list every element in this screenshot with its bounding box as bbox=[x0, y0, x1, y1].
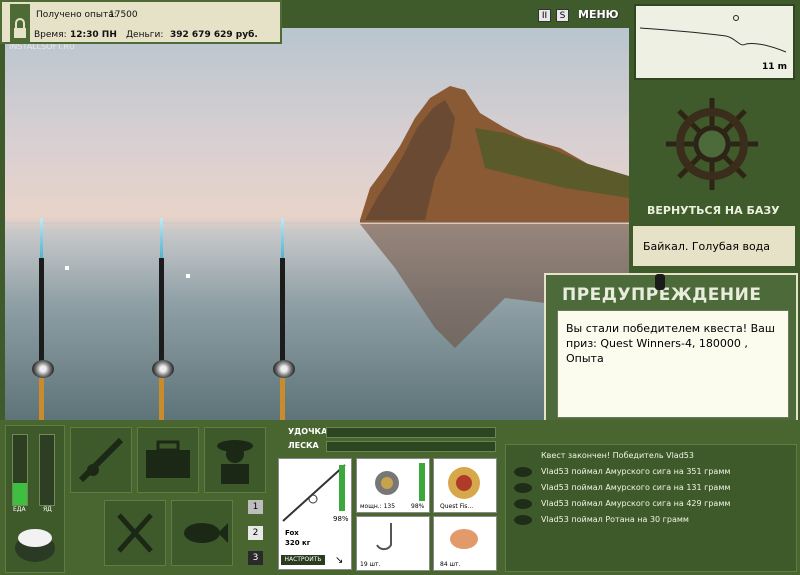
experience-label: Получено опыта: bbox=[36, 10, 117, 20]
hook-icon bbox=[376, 523, 392, 551]
rod-condition-bar bbox=[339, 465, 345, 511]
fish-icon bbox=[514, 483, 532, 493]
reel-power: мощн.: 135 bbox=[360, 503, 396, 510]
arrow-icon: ↘ bbox=[335, 555, 344, 566]
rod-slot[interactable]: Fox 320 кг 98% НАСТРОИТЬ ↘ bbox=[278, 458, 352, 570]
fish-catch-button[interactable] bbox=[171, 500, 233, 566]
log-entry-2: Vlad53 поймал Амурского сига на 131 грам… bbox=[541, 483, 731, 492]
rod-icon bbox=[78, 437, 124, 483]
fisherman-icon bbox=[217, 440, 253, 484]
page-button-1[interactable]: 1 bbox=[248, 500, 263, 514]
location-name: Байкал. Голубая вода bbox=[643, 240, 771, 253]
sound-button[interactable]: S bbox=[556, 9, 569, 22]
food-label: ЕДА bbox=[13, 506, 26, 513]
bait-slot[interactable]: 84 шт. bbox=[433, 516, 497, 571]
warning-message-box: Вы стали победителем квеста! Ваш приз: Q… bbox=[557, 310, 789, 418]
rods-button[interactable] bbox=[70, 427, 132, 493]
menu-button[interactable]: МЕНЮ bbox=[578, 8, 619, 21]
line-name: Quest Fis... bbox=[440, 503, 474, 510]
money-label: Деньги: bbox=[126, 30, 164, 40]
money-value: 392 679 629 руб. bbox=[170, 30, 258, 40]
tackle-box-button[interactable] bbox=[137, 427, 199, 493]
fishing-rod-2[interactable] bbox=[152, 218, 188, 420]
poison-bar bbox=[39, 434, 55, 506]
sonar-display: 11 m bbox=[634, 4, 795, 80]
reel-icon bbox=[375, 471, 399, 495]
rod-name: Fox bbox=[285, 529, 299, 537]
time-value: 12:30 ПН bbox=[70, 30, 117, 40]
location-panel: Байкал. Голубая вода bbox=[631, 224, 797, 268]
fish-silhouette-icon bbox=[655, 274, 665, 290]
line-spool-icon bbox=[448, 467, 480, 499]
log-entry-1: Vlad53 поймал Амурского сига на 351 грам… bbox=[541, 467, 731, 476]
rod-capacity: 320 кг bbox=[285, 539, 311, 547]
page-button-3[interactable]: 3 bbox=[248, 551, 263, 565]
event-log: Квест закончен! Победитель Vlad53 Vlad53… bbox=[505, 444, 797, 572]
log-entry-0: Квест закончен! Победитель Vlad53 bbox=[541, 451, 694, 460]
fish-icon bbox=[514, 467, 532, 477]
rod-strength-bar bbox=[326, 427, 496, 438]
rod-percent: 98% bbox=[333, 515, 349, 523]
reel-percent: 98% bbox=[411, 503, 425, 510]
return-to-base-button[interactable]: ВЕРНУТЬСЯ НА БАЗУ bbox=[647, 204, 780, 217]
food-button[interactable] bbox=[104, 500, 166, 566]
line-strength-label: ЛЕСКА bbox=[288, 441, 319, 450]
shrimp-bait-icon bbox=[450, 529, 478, 549]
warning-message: Вы стали победителем квеста! Ваш приз: Q… bbox=[566, 322, 775, 365]
hook-slot[interactable]: 19 шт. bbox=[356, 516, 430, 571]
float-marker bbox=[65, 266, 69, 270]
hook-count: 19 шт. bbox=[360, 561, 381, 568]
log-entry-4: Vlad53 поймал Ротана на 30 грамм bbox=[541, 515, 689, 524]
fishing-scene[interactable]: INSTALLSOFT.RU bbox=[5, 28, 629, 420]
reel-condition-bar bbox=[419, 463, 425, 501]
log-entry-3: Vlad53 поймал Амурского сига на 429 грам… bbox=[541, 499, 731, 508]
line-strength-bar bbox=[326, 441, 496, 452]
pause-button[interactable]: II bbox=[538, 9, 551, 22]
fish-icon bbox=[514, 499, 532, 509]
experience-value: 17500 bbox=[109, 10, 138, 20]
fishing-rod-3[interactable] bbox=[273, 218, 309, 420]
lake-landscape bbox=[5, 86, 629, 348]
page-button-2[interactable]: 2 bbox=[248, 526, 263, 540]
float-marker bbox=[186, 274, 190, 278]
status-panel: ЕДА ЯД bbox=[5, 425, 65, 573]
depth-value: 11 m bbox=[761, 62, 787, 72]
setup-button[interactable]: НАСТРОИТЬ bbox=[281, 555, 325, 565]
bait-pot-icon[interactable] bbox=[12, 520, 58, 564]
reel-slot[interactable]: мощн.: 135 98% bbox=[356, 458, 430, 513]
fisherman-button[interactable] bbox=[204, 427, 266, 493]
rod-strength-label: УДОЧКА bbox=[288, 427, 328, 436]
fishing-rod-1[interactable] bbox=[32, 218, 68, 420]
bait-count: 84 шт. bbox=[440, 561, 461, 568]
player-info-panel: Получено опыта: 17500 Время: 12:30 ПН Де… bbox=[0, 0, 282, 44]
time-label: Время: bbox=[34, 30, 67, 40]
food-bar bbox=[12, 434, 28, 506]
tackle-box-icon bbox=[146, 440, 190, 478]
fish-icon bbox=[514, 515, 532, 525]
lock-icon[interactable] bbox=[10, 4, 30, 42]
fork-knife-icon bbox=[117, 513, 153, 553]
line-slot[interactable]: Quest Fis... bbox=[433, 458, 497, 513]
ship-wheel-icon[interactable] bbox=[664, 96, 760, 192]
poison-label: ЯД bbox=[43, 506, 52, 513]
fish-icon bbox=[184, 523, 228, 543]
